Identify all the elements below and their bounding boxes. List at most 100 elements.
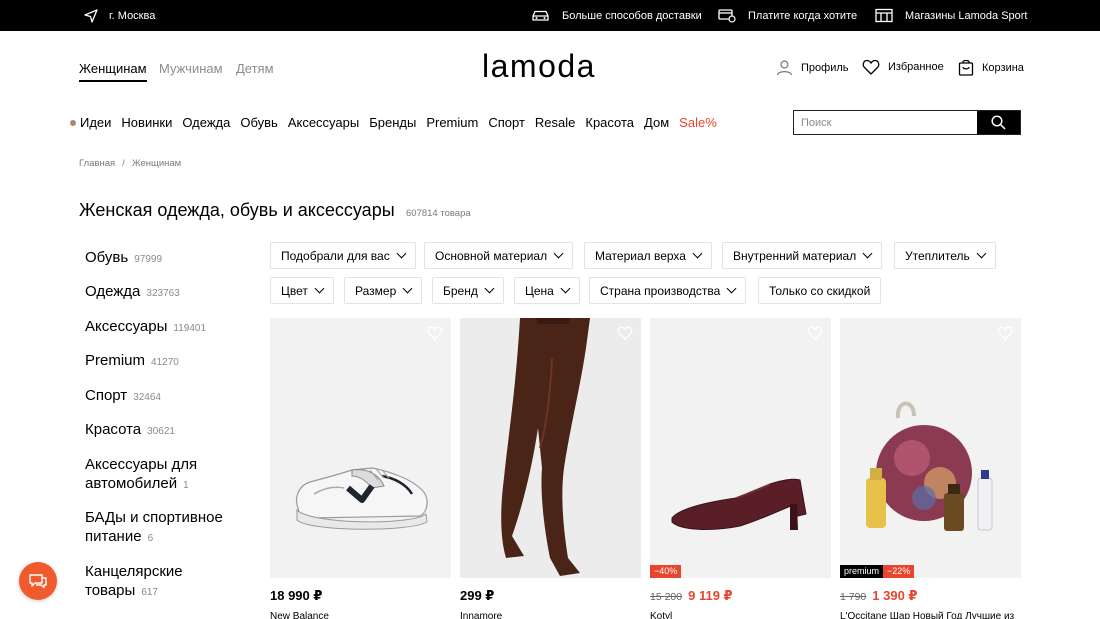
filter-discount-only[interactable]: Только со скидкой bbox=[758, 277, 882, 304]
sidebar-item-label: Обувь bbox=[85, 249, 129, 266]
sidebar-item-label: Premium bbox=[85, 352, 146, 369]
filter-label: Утеплитель bbox=[905, 248, 970, 263]
filter-country[interactable]: Страна производства bbox=[589, 277, 747, 304]
product-image[interactable]: premium −22% bbox=[840, 318, 1021, 578]
filter-insulation[interactable]: Утеплитель bbox=[894, 242, 996, 269]
chevron-down-icon bbox=[396, 248, 407, 259]
old-price: 15 200 bbox=[650, 591, 683, 603]
search-button[interactable] bbox=[977, 111, 1020, 134]
premium-badge: premium bbox=[840, 565, 884, 578]
sidebar-item-label: Спорт bbox=[85, 387, 128, 404]
delivery-label: Больше способов доставки bbox=[562, 9, 702, 22]
sidebar-item-car-accessories[interactable]: Аксессуары для автомобилей 1 bbox=[85, 455, 245, 495]
sidebar-item-label: Одежда bbox=[85, 283, 141, 300]
lamoda-logo[interactable]: lamoda bbox=[482, 48, 596, 85]
sidebar-item-supplements[interactable]: БАДы и спортивное питание 6 bbox=[85, 508, 245, 548]
nav-item-shoes[interactable]: Обувь bbox=[240, 115, 277, 130]
filter-label: Материал верха bbox=[595, 248, 686, 263]
sidebar-item-sport[interactable]: Спорт 32464 bbox=[85, 386, 245, 407]
filter-main-material[interactable]: Основной материал bbox=[424, 242, 574, 269]
filter-label: Только со скидкой bbox=[769, 283, 871, 298]
tights-image bbox=[501, 318, 590, 576]
chevron-down-icon bbox=[726, 283, 737, 294]
sidebar-item-label: автомобилей bbox=[85, 475, 178, 492]
filter-label: Внутренний материал bbox=[733, 248, 857, 263]
product-image[interactable] bbox=[460, 318, 641, 578]
product-brand[interactable]: New Balance bbox=[270, 611, 329, 619]
sidebar-item-beauty[interactable]: Красота 30621 bbox=[85, 420, 245, 441]
filter-color[interactable]: Цвет bbox=[270, 277, 334, 304]
cart-link[interactable]: Корзина bbox=[958, 59, 1024, 76]
nav-item-premium[interactable]: Premium bbox=[426, 115, 478, 130]
nav-item-clothing[interactable]: Одежда bbox=[182, 115, 230, 130]
search-box bbox=[793, 110, 1021, 135]
location-selector[interactable]: г. Москва bbox=[83, 8, 155, 24]
filter-label: Цена bbox=[525, 283, 554, 298]
search-input[interactable] bbox=[794, 111, 977, 134]
delivery-link[interactable]: Больше способов доставки bbox=[531, 8, 702, 23]
filter-inner-material[interactable]: Внутренний материал bbox=[722, 242, 883, 269]
profile-icon bbox=[776, 60, 793, 76]
nav-item-brands[interactable]: Бренды bbox=[369, 115, 416, 130]
stores-link[interactable]: Магазины Lamoda Sport bbox=[875, 8, 1028, 23]
product-brand[interactable]: Kotyl bbox=[650, 611, 672, 619]
product-brand[interactable]: Innamore bbox=[460, 611, 502, 619]
badges: −40% bbox=[650, 565, 682, 578]
nav-item-resale[interactable]: Resale bbox=[535, 115, 575, 130]
nav-item-new[interactable]: Новинки bbox=[121, 115, 172, 130]
nav-item-sale[interactable]: Sale% bbox=[679, 115, 717, 130]
heart-icon[interactable] bbox=[807, 326, 823, 340]
filter-label: Основной материал bbox=[435, 248, 548, 263]
heart-icon[interactable] bbox=[427, 326, 443, 340]
chat-button[interactable] bbox=[19, 562, 57, 600]
breadcrumb-current[interactable]: Женщинам bbox=[132, 158, 181, 169]
gift-ball-image bbox=[866, 401, 993, 531]
tab-kids[interactable]: Детям bbox=[236, 61, 274, 76]
pay-later-label: Платите когда хотите bbox=[748, 9, 858, 22]
chevron-down-icon bbox=[692, 248, 703, 259]
chevron-down-icon bbox=[402, 283, 413, 294]
nav-item-accessories[interactable]: Аксессуары bbox=[288, 115, 359, 130]
badges: premium −22% bbox=[840, 565, 915, 578]
nav-item-beauty[interactable]: Красота bbox=[585, 115, 634, 130]
filter-price[interactable]: Цена bbox=[514, 277, 580, 304]
tab-men[interactable]: Мужчинам bbox=[159, 61, 223, 76]
product-brand[interactable]: L'Occitane Шар Новый Год Лучшие из bbox=[840, 611, 1014, 619]
filter-label: Размер bbox=[355, 283, 397, 298]
favorites-link[interactable]: Избранное bbox=[862, 59, 944, 75]
product-image[interactable] bbox=[270, 318, 451, 578]
filter-label: Цвет bbox=[281, 283, 308, 298]
top-bar: г. Москва Больше способов доставки Плати… bbox=[0, 0, 1100, 31]
price-row: 1 790 1 390 ₽ bbox=[840, 588, 917, 604]
price-row: 299 ₽ bbox=[460, 588, 494, 604]
filter-recommended[interactable]: Подобрали для вас bbox=[270, 242, 416, 269]
payment-card-icon bbox=[718, 9, 736, 23]
sidebar-item-label: БАДы и спортивное bbox=[85, 509, 223, 526]
profile-link[interactable]: Профиль bbox=[776, 59, 849, 76]
product-price: 1 390 ₽ bbox=[872, 588, 918, 603]
store-icon bbox=[875, 8, 893, 23]
heart-icon[interactable] bbox=[617, 326, 633, 340]
stores-label: Магазины Lamoda Sport bbox=[905, 9, 1028, 22]
pay-later-link[interactable]: Платите когда хотите bbox=[718, 8, 857, 23]
chat-bubble-icon bbox=[29, 574, 47, 589]
sidebar-item-count: 30621 bbox=[147, 426, 175, 437]
sidebar-item-accessories[interactable]: Аксессуары 119401 bbox=[85, 317, 245, 338]
chevron-down-icon bbox=[560, 283, 571, 294]
filter-upper-material[interactable]: Материал верха bbox=[584, 242, 712, 269]
product-image[interactable]: −40% bbox=[650, 318, 831, 578]
sidebar-item-shoes[interactable]: Обувь 97999 bbox=[85, 248, 245, 269]
filter-brand[interactable]: Бренд bbox=[432, 277, 504, 304]
filter-size[interactable]: Размер bbox=[344, 277, 423, 304]
nav-item-home[interactable]: Дом bbox=[644, 115, 669, 130]
sidebar-item-premium[interactable]: Premium 41270 bbox=[85, 351, 245, 372]
product-count: 607814 товара bbox=[406, 208, 471, 219]
tab-women[interactable]: Женщинам bbox=[79, 61, 147, 82]
sidebar-item-clothing[interactable]: Одежда 323763 bbox=[85, 282, 245, 303]
breadcrumb-home[interactable]: Главная bbox=[79, 158, 115, 169]
nav-item-sport[interactable]: Спорт bbox=[488, 115, 525, 130]
nav-item-ideas[interactable]: Идеи bbox=[80, 115, 111, 130]
sidebar-item-stationery[interactable]: Канцелярские товары 617 bbox=[85, 562, 245, 602]
heart-icon[interactable] bbox=[997, 326, 1013, 340]
breadcrumb-separator: / bbox=[122, 158, 125, 169]
